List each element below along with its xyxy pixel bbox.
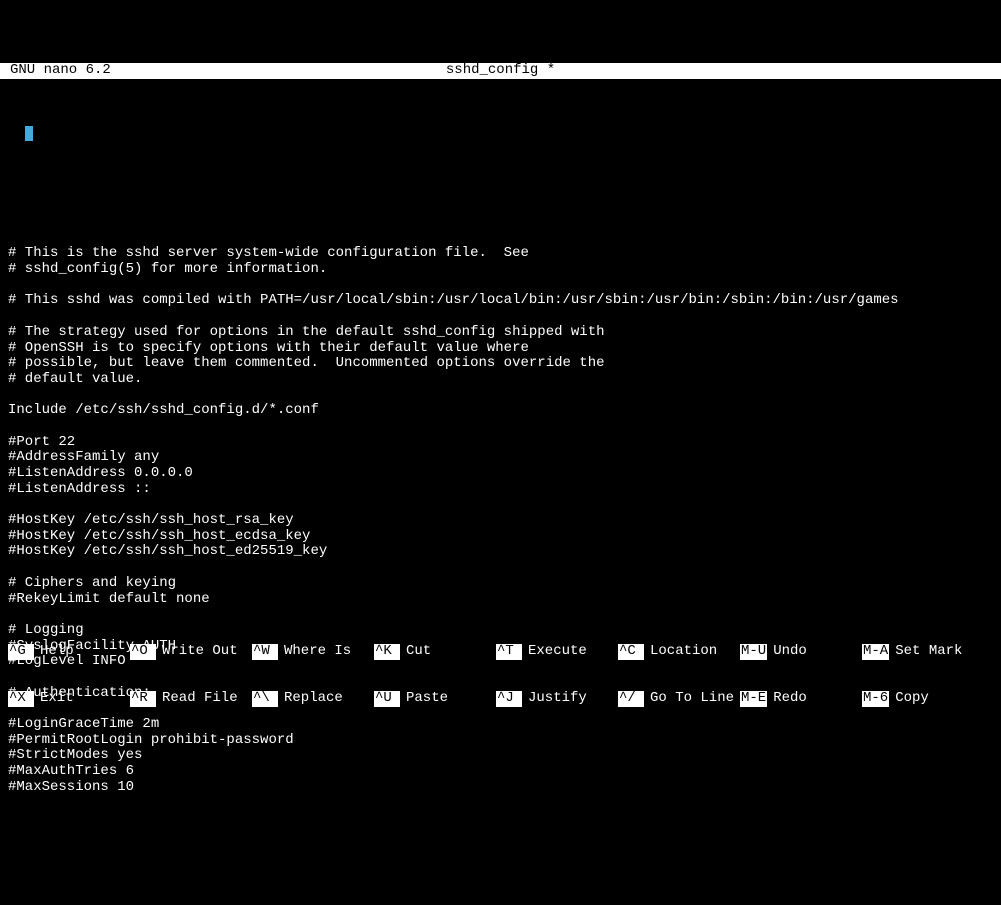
buffer-line[interactable]: #HostKey /etc/ssh/ssh_host_ed25519_key (8, 544, 993, 560)
shortcut-label: Cut (400, 644, 431, 660)
shortcut-key: ^W (252, 644, 278, 660)
buffer-line[interactable]: #PermitRootLogin prohibit-password (8, 733, 993, 749)
shortcut-item[interactable]: ^XExit (8, 691, 126, 707)
shortcut-label: Paste (400, 691, 448, 707)
buffer-line[interactable]: #HostKey /etc/ssh/ssh_host_ecdsa_key (8, 529, 993, 545)
buffer-line[interactable]: #ListenAddress 0.0.0.0 (8, 466, 993, 482)
buffer-line[interactable]: # This is the sshd server system-wide co… (8, 246, 993, 262)
buffer-line[interactable]: #HostKey /etc/ssh/ssh_host_rsa_key (8, 513, 993, 529)
shortcut-label: Exit (34, 691, 74, 707)
shortcut-key: M-A (862, 644, 889, 660)
shortcut-label: Copy (889, 691, 929, 707)
buffer-line[interactable]: # possible, but leave them commented. Un… (8, 356, 993, 372)
buffer-line[interactable] (8, 497, 993, 513)
buffer-line[interactable] (8, 278, 993, 294)
shortcut-key: ^T (496, 644, 522, 660)
shortcut-key: M-E (740, 691, 767, 707)
buffer-line[interactable]: Include /etc/ssh/sshd_config.d/*.conf (8, 403, 993, 419)
buffer-line[interactable]: #MaxSessions 10 (8, 780, 993, 796)
buffer-line[interactable]: # This sshd was compiled with PATH=/usr/… (8, 293, 993, 309)
shortcut-item[interactable]: ^JJustify (496, 691, 614, 707)
buffer-line[interactable]: #Port 22 (8, 435, 993, 451)
shortcut-item[interactable]: ^WWhere Is (252, 644, 370, 660)
buffer-line[interactable]: #StrictModes yes (8, 748, 993, 764)
shortcut-label: Location (644, 644, 717, 660)
shortcut-label: Justify (522, 691, 587, 707)
shortcut-key: M-6 (862, 691, 889, 707)
buffer-line[interactable] (8, 231, 993, 247)
shortcut-item[interactable]: ^GHelp (8, 644, 126, 660)
shortcut-item[interactable]: ^/Go To Line (618, 691, 736, 707)
file-name: sshd_config * (446, 63, 555, 79)
shortcut-key: ^X (8, 691, 34, 707)
shortcut-key: M-U (740, 644, 767, 660)
shortcut-label: Go To Line (644, 691, 734, 707)
buffer-line[interactable]: # The strategy used for options in the d… (8, 325, 993, 341)
shortcut-bar: ^GHelp^OWrite Out^WWhere Is^KCut^TExecut… (8, 613, 993, 723)
shortcut-item[interactable]: M-ERedo (740, 691, 858, 707)
buffer-line[interactable]: #AddressFamily any (8, 450, 993, 466)
buffer-line[interactable]: # default value. (8, 372, 993, 388)
shortcut-item[interactable]: ^\Replace (252, 691, 370, 707)
shortcut-label: Redo (767, 691, 807, 707)
shortcut-key: ^\ (252, 691, 278, 707)
buffer-line[interactable] (8, 388, 993, 404)
shortcut-key: ^/ (618, 691, 644, 707)
shortcut-item[interactable]: ^KCut (374, 644, 492, 660)
buffer-line[interactable]: #MaxAuthTries 6 (8, 764, 993, 780)
buffer-line[interactable]: # sshd_config(5) for more information. (8, 262, 993, 278)
shortcut-key: ^G (8, 644, 34, 660)
shortcut-key: ^U (374, 691, 400, 707)
shortcut-key: ^O (130, 644, 156, 660)
shortcut-label: Read File (156, 691, 238, 707)
cursor (25, 126, 33, 141)
buffer-line[interactable]: #RekeyLimit default none (8, 592, 993, 608)
shortcut-row-2: ^XExit^RRead File^\Replace^UPaste^JJusti… (8, 691, 993, 707)
shortcut-label: Set Mark (889, 644, 962, 660)
app-name: GNU nano 6.2 (10, 63, 111, 79)
shortcut-row-1: ^GHelp^OWrite Out^WWhere Is^KCut^TExecut… (8, 644, 993, 660)
shortcut-key: ^C (618, 644, 644, 660)
shortcut-item[interactable]: ^RRead File (130, 691, 248, 707)
buffer-line[interactable] (8, 560, 993, 576)
buffer-line[interactable] (8, 419, 993, 435)
shortcut-label: Undo (767, 644, 807, 660)
shortcut-key: ^J (496, 691, 522, 707)
buffer-line[interactable]: # OpenSSH is to specify options with the… (8, 341, 993, 357)
shortcut-item[interactable]: ^CLocation (618, 644, 736, 660)
buffer-line[interactable]: #ListenAddress :: (8, 482, 993, 498)
shortcut-item[interactable]: ^OWrite Out (130, 644, 248, 660)
shortcut-label: Where Is (278, 644, 351, 660)
buffer-line[interactable]: # Ciphers and keying (8, 576, 993, 592)
shortcut-label: Execute (522, 644, 587, 660)
shortcut-item[interactable]: ^UPaste (374, 691, 492, 707)
shortcut-key: ^K (374, 644, 400, 660)
buffer-line[interactable] (8, 309, 993, 325)
shortcut-label: Write Out (156, 644, 238, 660)
shortcut-label: Help (34, 644, 74, 660)
shortcut-item[interactable]: M-6Copy (862, 691, 980, 707)
shortcut-item[interactable]: M-ASet Mark (862, 644, 980, 660)
titlebar: GNU nano 6.2 sshd_config * (0, 63, 1001, 79)
shortcut-label: Replace (278, 691, 343, 707)
shortcut-item[interactable]: ^TExecute (496, 644, 614, 660)
shortcut-key: ^R (130, 691, 156, 707)
cursor-line (0, 110, 1001, 126)
shortcut-item[interactable]: M-UUndo (740, 644, 858, 660)
